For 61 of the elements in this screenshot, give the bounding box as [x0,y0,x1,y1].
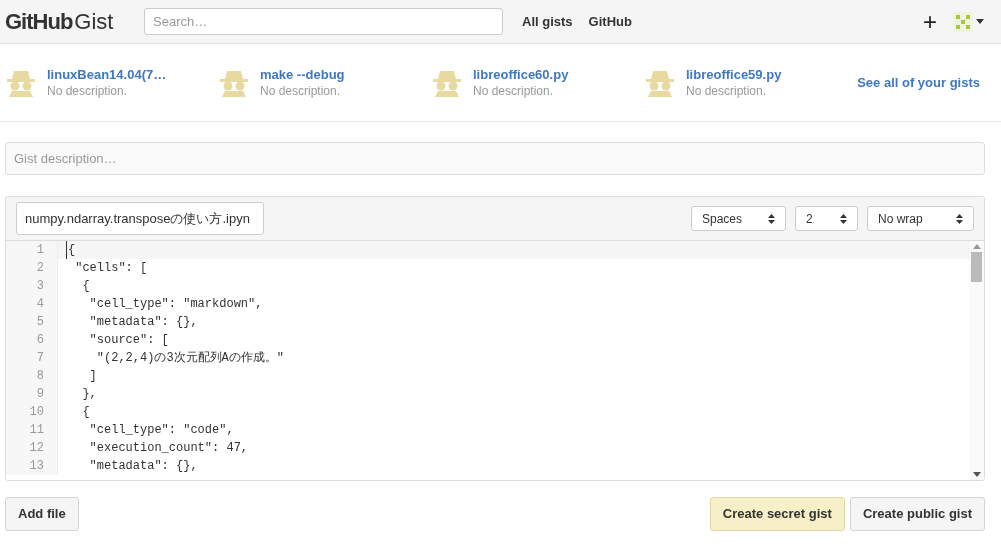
code-line: "(2,2,4)の3次元配列Aの作成。" [95,350,285,367]
gist-description: No description. [686,83,768,99]
create-secret-button[interactable]: Create secret gist [709,497,845,531]
gist-link[interactable]: libreoffice59.py [686,66,782,83]
action-button[interactable]: Add file [5,497,79,531]
spy-icon [5,68,37,97]
nav-link[interactable]: GitHub [588,11,632,32]
select-dropdown[interactable]: 2 [795,206,858,231]
code-line: "source": [ [88,332,169,349]
caret-icon [976,19,984,24]
action-button[interactable]: Create public gist [849,497,985,531]
gist-link[interactable]: make --debug [260,66,345,83]
line-number: 10 [6,403,58,421]
sort-arrows-icon [956,213,963,224]
select-dropdown[interactable]: No wrap [867,206,974,231]
line-number: 13 [6,457,58,475]
code-line: "metadata": {}, [88,314,198,331]
gist-description: No description. [47,83,129,99]
scroll-up-icon[interactable] [972,244,981,249]
code-line: }, [81,386,97,403]
nav-link[interactable]: All gists [522,11,573,32]
line-number: 12 [6,439,58,457]
code-line: { [81,404,90,421]
code-line: "execution_count": 47, [88,440,249,457]
spy-icon [431,68,463,97]
gist-link[interactable]: linuxBean14.04(7… [47,66,167,83]
code-line: "metadata": {}, [88,458,198,475]
gist-link[interactable]: libreoffice60.py [473,66,569,83]
avatar-menu[interactable] [953,11,984,32]
code-line: { [81,278,90,295]
see-all-gists-link[interactable]: See all of your gists [857,72,980,93]
select-dropdown[interactable]: Spaces [691,206,786,231]
line-number: 7 [6,349,58,367]
new-gist-button[interactable]: + [923,9,937,34]
code-line: "cells": [ [74,260,148,277]
line-number: 11 [6,421,58,439]
code-line: "cell_type": "markdown", [88,296,263,313]
spy-icon [644,68,676,97]
sort-arrows-icon [840,213,847,224]
line-number: 6 [6,331,58,349]
line-number: 3 [6,277,58,295]
sort-arrows-icon [768,213,775,224]
line-number: 5 [6,313,58,331]
gist-description: No description. [260,83,342,99]
gist-description-field[interactable]: Gist description… [5,142,985,175]
scrollbar[interactable] [969,241,984,480]
line-number: 9 [6,385,58,403]
avatar-icon [953,11,973,32]
search-field[interactable]: Search… [144,8,503,35]
line-number: 4 [6,295,58,313]
scroll-thumb[interactable] [971,252,982,282]
scroll-down-icon[interactable] [972,472,981,477]
code-line: "cell_type": "code", [88,422,234,439]
line-number: 2 [6,259,58,277]
line-number: 8 [6,367,58,385]
filename-field[interactable]: numpy.ndarray.transposeの使い方.ipyn [16,202,264,235]
code-line: ] [88,368,97,385]
logo-text[interactable]: Gist [74,5,114,38]
spy-icon [218,68,250,97]
gist-description: No description. [473,83,555,99]
logo-text[interactable]: GitHub [5,5,73,38]
